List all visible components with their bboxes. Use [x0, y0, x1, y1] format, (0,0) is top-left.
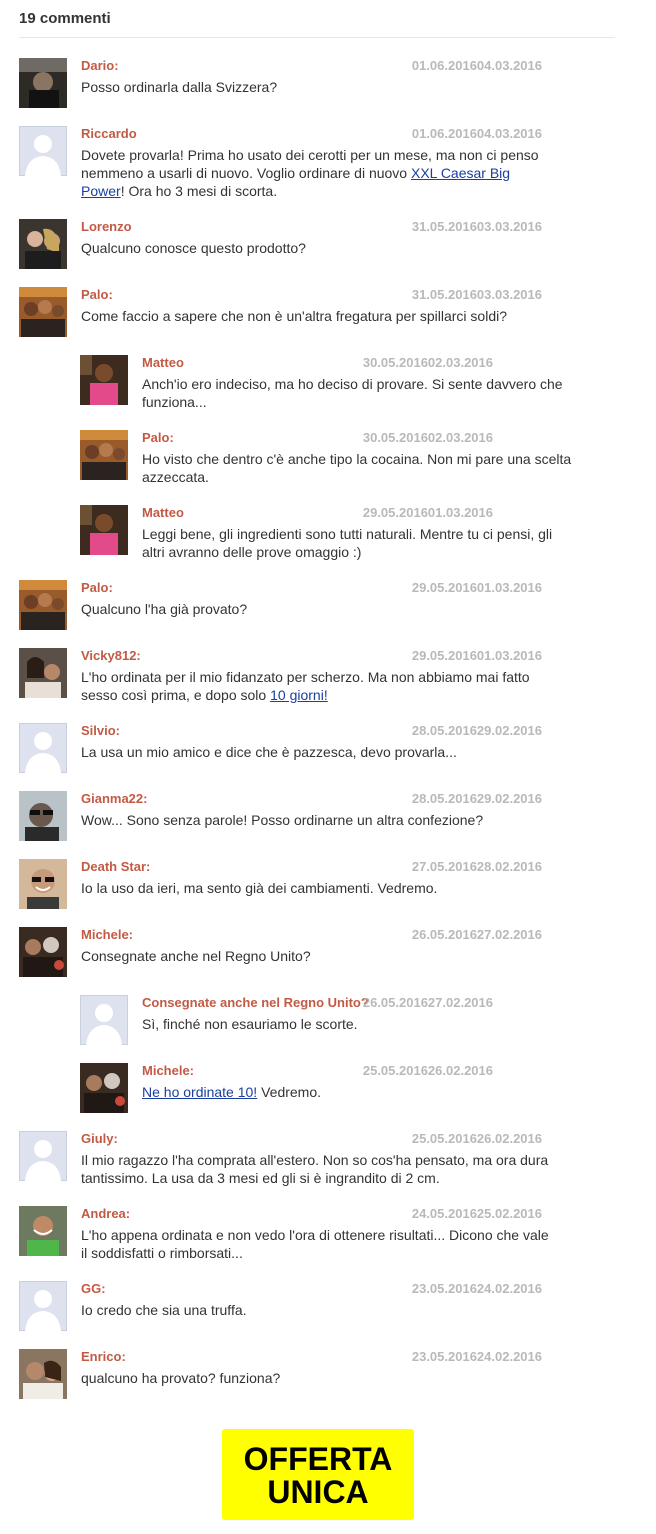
- comment-text: Wow... Sono senza parole! Posso ordinarn…: [81, 812, 484, 828]
- comment-author: Michele:: [142, 1063, 195, 1078]
- comment-author: Dario:: [81, 58, 119, 73]
- avatar: [19, 927, 67, 977]
- avatar: [80, 355, 128, 405]
- comment-date: 26.05.201627.02.2016: [362, 995, 493, 1010]
- avatar: [19, 859, 67, 909]
- comment-text: qualcuno ha provato? funziona?: [81, 1370, 281, 1386]
- comment-date: 26.05.201627.02.2016: [411, 927, 542, 942]
- avatar: [19, 1349, 67, 1399]
- comment-link[interactable]: Ne ho ordinate 10!: [142, 1084, 257, 1100]
- offer-button[interactable]: OFFERTA UNICA: [222, 1429, 414, 1520]
- comment-text-after: ! Ora ho 3 mesi di scorta.: [120, 183, 278, 199]
- comment-author: Andrea:: [81, 1206, 131, 1221]
- comment-date: 01.06.201604.03.2016: [411, 126, 542, 141]
- comment-date: 29.05.201601.03.2016: [411, 648, 542, 663]
- comment-author: Silvio:: [81, 723, 121, 738]
- comment-date: 29.05.201601.03.2016: [362, 505, 493, 520]
- comment-date: 30.05.201602.03.2016: [362, 355, 493, 370]
- comment-link[interactable]: 10 giorni!: [270, 687, 328, 703]
- offer-button-line2: UNICA: [267, 1474, 369, 1510]
- avatar: [19, 287, 67, 337]
- avatar: [19, 126, 67, 176]
- comment-text: Consegnate anche nel Regno Unito?: [81, 948, 311, 964]
- comments-count-title: 19 commenti: [19, 10, 111, 27]
- comment-author: Lorenzo: [81, 219, 132, 234]
- comment-date: 23.05.201624.02.2016: [411, 1281, 542, 1296]
- avatar: [80, 430, 128, 480]
- avatar: [80, 1063, 128, 1113]
- comment-date: 31.05.201603.03.2016: [411, 219, 542, 234]
- offer-button-line1: OFFERTA: [243, 1441, 393, 1477]
- avatar: [19, 723, 67, 773]
- comment-text: La usa un mio amico e dice che è pazzesc…: [81, 744, 457, 760]
- comment-author: Palo:: [81, 287, 113, 302]
- comment-date: 28.05.201629.02.2016: [411, 723, 542, 738]
- comment-date: 28.05.201629.02.2016: [411, 791, 542, 806]
- avatar: [19, 219, 67, 269]
- comment-author: Giuly:: [81, 1131, 118, 1146]
- comment-date: 29.05.201601.03.2016: [411, 580, 542, 595]
- comment-text: Qualcuno l'ha già provato?: [81, 601, 248, 617]
- comment-text: Sì, finché non esauriamo le scorte.: [142, 1016, 358, 1032]
- comment-text: Il mio ragazzo l'ha comprata all'estero.…: [81, 1152, 549, 1186]
- comments-header: 19 commenti: [19, 10, 615, 38]
- avatar: [19, 791, 67, 841]
- avatar: [19, 1131, 67, 1181]
- comment-author: Gianma22:: [81, 791, 148, 806]
- comment-text: Qualcuno conosce questo prodotto?: [81, 240, 306, 256]
- comment-text: Io la uso da ieri, ma sento già dei camb…: [81, 880, 438, 896]
- comment-text: Anch'io ero indeciso, ma ho deciso di pr…: [142, 376, 563, 410]
- comment-text: L'ho appena ordinata e non vedo l'ora di…: [81, 1227, 549, 1261]
- avatar: [80, 505, 128, 555]
- avatar: [19, 1206, 67, 1256]
- avatar: [19, 580, 67, 630]
- comment-text-after: Vedremo.: [257, 1084, 322, 1100]
- comment-text: Ho visto che dentro c'è anche tipo la co…: [142, 451, 572, 485]
- comment-date: 31.05.201603.03.2016: [411, 287, 542, 302]
- comment-text: L'ho ordinata per il mio fidanzato per s…: [81, 668, 551, 704]
- comment-author: Consegnate anche nel Regno Unito?: [142, 995, 369, 1010]
- comment-author: Palo:: [81, 580, 113, 595]
- comment-date: 24.05.201625.02.2016: [411, 1206, 542, 1221]
- avatar: [19, 1281, 67, 1331]
- comment-date: 30.05.201602.03.2016: [362, 430, 493, 445]
- comment-text: Come faccio a sapere che non è un'altra …: [81, 308, 508, 324]
- avatar: [19, 648, 67, 698]
- comment-date: 27.05.201628.02.2016: [411, 859, 542, 874]
- comment-author: Matteo: [142, 355, 184, 370]
- comment-date: 23.05.201624.02.2016: [411, 1349, 542, 1364]
- comment-text: Ne ho ordinate 10! Vedremo.: [142, 1083, 572, 1101]
- comment-date: 01.06.201604.03.2016: [411, 58, 542, 73]
- comment-text: Io credo che sia una truffa.: [81, 1302, 247, 1318]
- comment-date: 25.05.201626.02.2016: [411, 1131, 542, 1146]
- comment-author: GG:: [81, 1281, 106, 1296]
- comment-author: Riccardo: [81, 126, 137, 141]
- comment-author: Death Star:: [81, 859, 151, 874]
- comment-author: Matteo: [142, 505, 184, 520]
- comment-text: Dovete provarla! Prima ho usato dei cero…: [81, 146, 551, 200]
- comment-author: Michele:: [81, 927, 134, 942]
- avatar: [80, 995, 128, 1045]
- comment-author: Vicky812:: [81, 648, 141, 663]
- comment-date: 25.05.201626.02.2016: [362, 1063, 493, 1078]
- comment-text: Leggi bene, gli ingredienti sono tutti n…: [142, 526, 553, 560]
- comment-author: Enrico:: [81, 1349, 126, 1364]
- avatar: [19, 58, 67, 108]
- comment-author: Palo:: [142, 430, 174, 445]
- comment-text: Posso ordinarla dalla Svizzera?: [81, 79, 278, 95]
